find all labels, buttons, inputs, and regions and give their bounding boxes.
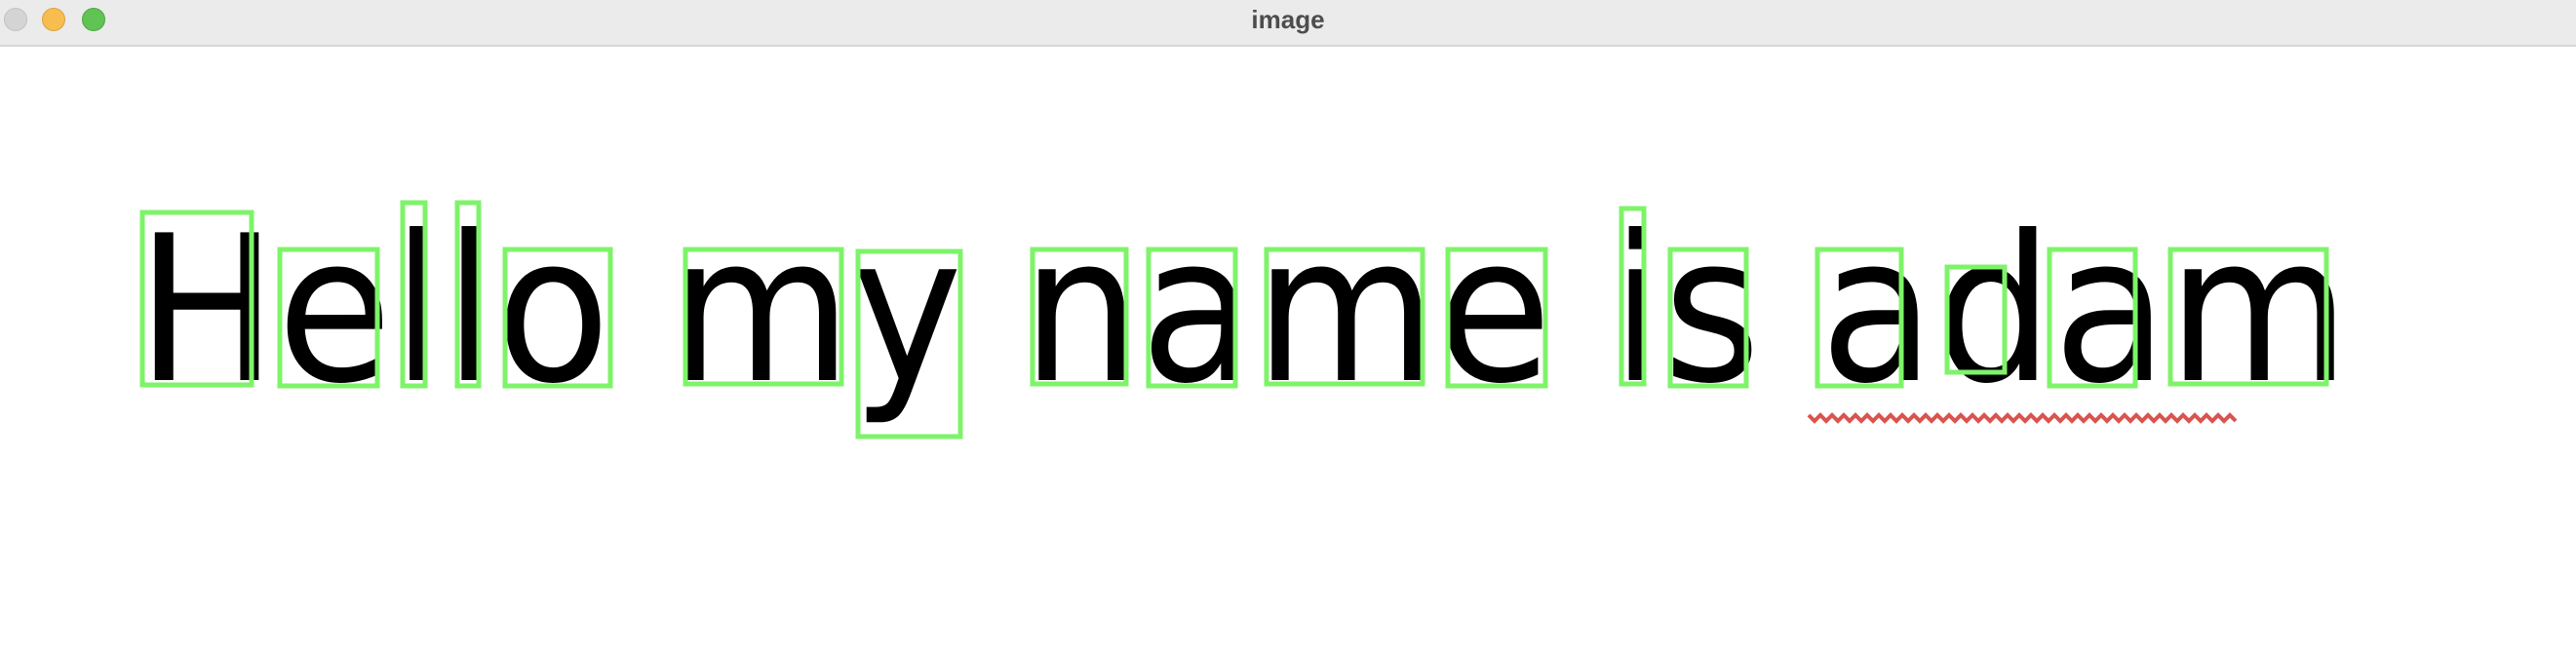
window-title: image — [1251, 5, 1325, 34]
sentence-text: Hello my name is adam — [137, 193, 2350, 429]
title-bar: image — [0, 0, 2576, 47]
annotated-image: Hello my name is adam — [137, 193, 2350, 439]
image-viewer-window: image Hello my name is adam — [0, 0, 2576, 649]
image-content: Hello my name is adam — [0, 47, 2576, 649]
